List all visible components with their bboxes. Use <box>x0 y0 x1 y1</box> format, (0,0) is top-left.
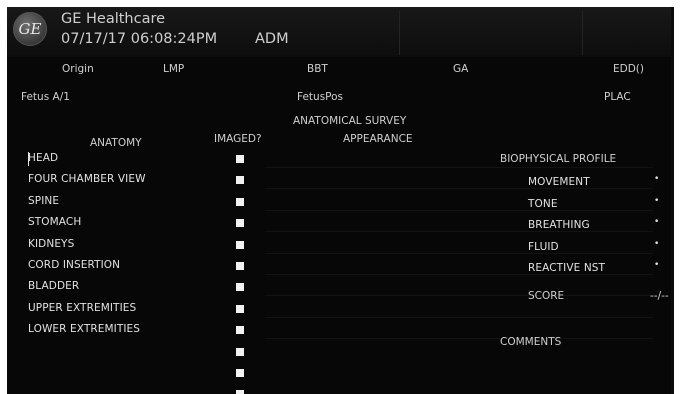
anatomy-item[interactable]: KIDNEYS <box>28 238 74 250</box>
appearance-row-line <box>265 188 653 189</box>
score-value: --/-- <box>650 290 669 302</box>
header-bar: GE GE Healthcare 07/17/17 06:08:24PM ADM <box>7 7 674 57</box>
imaged-checkbox[interactable] <box>236 348 244 356</box>
brand-name: GE Healthcare <box>61 11 166 27</box>
imaged-checkbox[interactable] <box>236 283 244 291</box>
score-label: SCORE <box>528 290 565 302</box>
ga-field[interactable]: GA <box>453 63 468 75</box>
imaged-checkbox[interactable] <box>236 262 244 270</box>
bpp-item-label: FLUID <box>528 241 559 253</box>
anatomy-item[interactable]: FOUR CHAMBER VIEW <box>28 173 146 185</box>
appearance-row-line <box>265 295 653 296</box>
lmp-field[interactable]: LMP <box>163 63 184 75</box>
imaged-checkbox[interactable] <box>236 241 244 249</box>
fetus-position-field[interactable]: FetusPos <box>297 91 343 103</box>
placenta-field[interactable]: PLAC <box>604 91 631 103</box>
bpp-item-label: REACTIVE NST <box>528 262 606 274</box>
anatomy-item[interactable]: HEAD <box>28 152 58 164</box>
biophysical-title: BIOPHYSICAL PROFILE <box>500 153 617 165</box>
bpp-item-value[interactable]: • <box>654 174 659 184</box>
anatomy-item[interactable]: BLADDER <box>28 280 79 292</box>
bpp-item-label: BREATHING <box>528 219 590 231</box>
appearance-column-header: APPEARANCE <box>343 133 413 145</box>
appearance-row-line <box>265 167 653 168</box>
date-time: 07/17/17 06:08:24PM <box>61 31 218 47</box>
imaged-checkbox[interactable] <box>236 155 244 163</box>
bbt-field[interactable]: BBT <box>307 63 328 75</box>
imaged-checkbox[interactable] <box>236 390 244 394</box>
bpp-item-value[interactable]: • <box>654 260 659 270</box>
imaged-checkbox[interactable] <box>236 326 244 334</box>
appearance-row-line <box>265 274 653 275</box>
appearance-row-line <box>265 253 653 254</box>
anatomy-column-header: ANATOMY <box>90 137 142 149</box>
imaged-checkbox[interactable] <box>236 369 244 377</box>
bpp-item-label: MOVEMENT <box>528 176 590 188</box>
imaged-checkbox[interactable] <box>236 305 244 313</box>
edd-field[interactable]: EDD() <box>613 63 644 75</box>
anatomy-item[interactable]: LOWER EXTREMITIES <box>28 323 140 335</box>
header-divider <box>582 11 583 55</box>
bpp-item-value[interactable]: • <box>654 239 659 249</box>
scroll-edge <box>671 7 674 394</box>
anatomy-item[interactable]: UPPER EXTREMITIES <box>28 302 136 314</box>
bpp-item-value[interactable]: • <box>654 196 659 206</box>
imaged-column-header: IMAGED? <box>214 133 262 145</box>
comments-label[interactable]: COMMENTS <box>500 336 561 348</box>
imaged-checkbox[interactable] <box>236 219 244 227</box>
report-screen: GE GE Healthcare 07/17/17 06:08:24PM ADM… <box>7 7 674 394</box>
bpp-item-label: TONE <box>528 198 558 210</box>
ge-logo-icon: GE <box>13 12 47 46</box>
imaged-checkbox[interactable] <box>236 198 244 206</box>
appearance-row-line <box>265 338 653 339</box>
survey-title: ANATOMICAL SURVEY <box>293 115 407 127</box>
appearance-row-line <box>265 231 653 232</box>
appearance-row-line <box>265 317 653 318</box>
imaged-checkbox[interactable] <box>236 176 244 184</box>
fetus-label[interactable]: Fetus A/1 <box>21 91 70 103</box>
appearance-row-line <box>265 210 653 211</box>
anatomy-item[interactable]: CORD INSERTION <box>28 259 120 271</box>
anatomy-item[interactable]: SPINE <box>28 195 59 207</box>
anatomy-item[interactable]: STOMACH <box>28 216 81 228</box>
user-id: ADM <box>255 31 289 47</box>
header-divider <box>399 11 400 55</box>
origin-field[interactable]: Origin <box>62 63 94 75</box>
bpp-item-value[interactable]: • <box>654 217 659 227</box>
